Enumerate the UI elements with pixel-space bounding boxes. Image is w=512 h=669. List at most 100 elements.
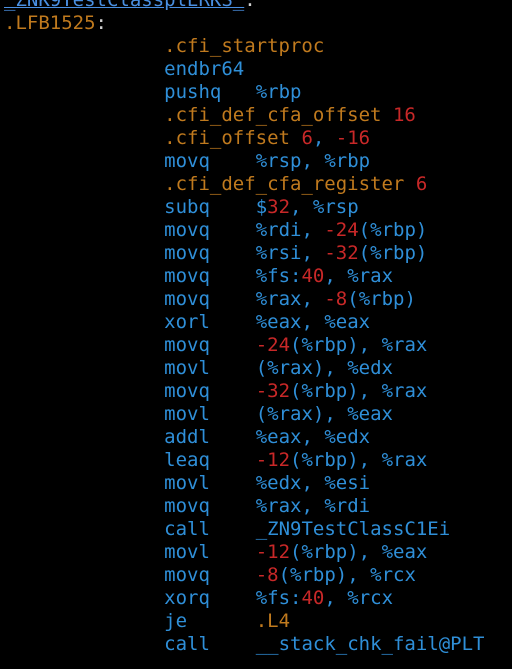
register: %rax: [347, 265, 394, 287]
mnemonic: movq: [164, 150, 210, 172]
register: %rax: [381, 449, 428, 471]
punctuation: (: [255, 403, 268, 425]
punctuation: ),: [347, 541, 382, 563]
mnemonic: movq: [164, 219, 210, 241]
code-line: .LFB1525:: [4, 12, 512, 35]
operand-gap: [210, 150, 256, 172]
code-line: movl -12(%rbp), %eax: [4, 541, 512, 564]
local-label: .LFB1525: [4, 12, 96, 34]
code-line: addl %eax, %edx: [4, 426, 512, 449]
mnemonic: movq: [164, 288, 210, 310]
operand-gap: [210, 311, 256, 333]
register: %rdi: [324, 495, 371, 517]
code-line: call __stack_chk_fail@PLT: [4, 633, 512, 656]
punctuation: ,: [301, 219, 325, 241]
code-line: .cfi_def_cfa_offset 16: [4, 104, 512, 127]
register: %rbp: [301, 334, 348, 356]
punctuation: ,: [301, 311, 325, 333]
register: %rax: [255, 288, 302, 310]
punctuation: ,: [301, 495, 325, 517]
code-line: endbr64: [4, 58, 512, 81]
code-line: movq %rdi, -24(%rbp): [4, 219, 512, 242]
register: %eax: [255, 426, 302, 448]
code-line: call _ZN9TestClassC1Ei: [4, 518, 512, 541]
operand-gap: [210, 633, 256, 655]
punctuation: ),: [347, 449, 382, 471]
punctuation: (: [358, 219, 371, 241]
register: %rsp: [312, 196, 359, 218]
number-literal: -32: [255, 380, 291, 402]
number-literal: 6: [301, 127, 313, 149]
mnemonic: movq: [164, 334, 210, 356]
register: %rax: [267, 403, 313, 425]
register: %rax: [381, 380, 428, 402]
register: %rdi: [255, 219, 302, 241]
mnemonic: subq: [164, 196, 210, 218]
number-literal: -24: [255, 334, 291, 356]
operand-gap: [210, 334, 256, 356]
function-label: _ZNK9TestClassplERKS_: [4, 0, 245, 11]
register: %esi: [324, 472, 371, 494]
operand-gap: [210, 288, 256, 310]
mnemonic: addl: [164, 426, 210, 448]
mnemonic: call: [164, 633, 210, 655]
register: %eax: [324, 311, 371, 333]
mnemonic: movq: [164, 380, 210, 402]
label-ref: .L4: [255, 610, 291, 632]
code-line: movq -8(%rbp), %rcx: [4, 564, 512, 587]
code-line: movq -32(%rbp), %rax: [4, 380, 512, 403]
operand-gap: [210, 518, 256, 540]
code-line: movq -24(%rbp), %rax: [4, 334, 512, 357]
number-literal: 40: [301, 265, 325, 287]
register: %rsi: [255, 242, 302, 264]
punctuation: (: [358, 242, 371, 264]
punctuation: ,: [324, 587, 348, 609]
punctuation: (: [255, 357, 268, 379]
code-line: xorl %eax, %eax: [4, 311, 512, 334]
punctuation: ,: [301, 150, 325, 172]
mnemonic: movq: [164, 564, 210, 586]
punctuation: (: [290, 449, 302, 471]
number-literal: -12: [255, 449, 291, 471]
code-line: pushq %rbp: [4, 81, 512, 104]
operand-gap: [210, 403, 256, 425]
operand-gap: [210, 472, 256, 494]
register: %edx: [255, 472, 302, 494]
register: %edx: [324, 426, 371, 448]
operand-gap: [210, 380, 256, 402]
register: %rbp: [301, 380, 348, 402]
code-line: movq %rax, %rdi: [4, 495, 512, 518]
operand-gap: [210, 219, 256, 241]
code-line: leaq -12(%rbp), %rax: [4, 449, 512, 472]
code-line: movq %fs:40, %rax: [4, 265, 512, 288]
punctuation: (: [347, 288, 359, 310]
register: %rbp: [290, 564, 336, 586]
directive: .cfi_offset: [164, 127, 290, 149]
register: %edx: [347, 357, 393, 379]
number-literal: -12: [255, 541, 291, 563]
label-colon: :: [244, 0, 256, 11]
operand-gap: [210, 587, 256, 609]
code-line: .cfi_offset 6, -16: [4, 127, 512, 150]
code-line: .cfi_def_cfa_register 6: [4, 173, 512, 196]
operand-gap: [221, 81, 255, 103]
mnemonic: leaq: [164, 449, 210, 471]
number-literal: -8: [324, 288, 348, 310]
punctuation: ): [404, 288, 416, 310]
register: %fs: [255, 587, 291, 609]
mnemonic: movl: [164, 541, 210, 563]
